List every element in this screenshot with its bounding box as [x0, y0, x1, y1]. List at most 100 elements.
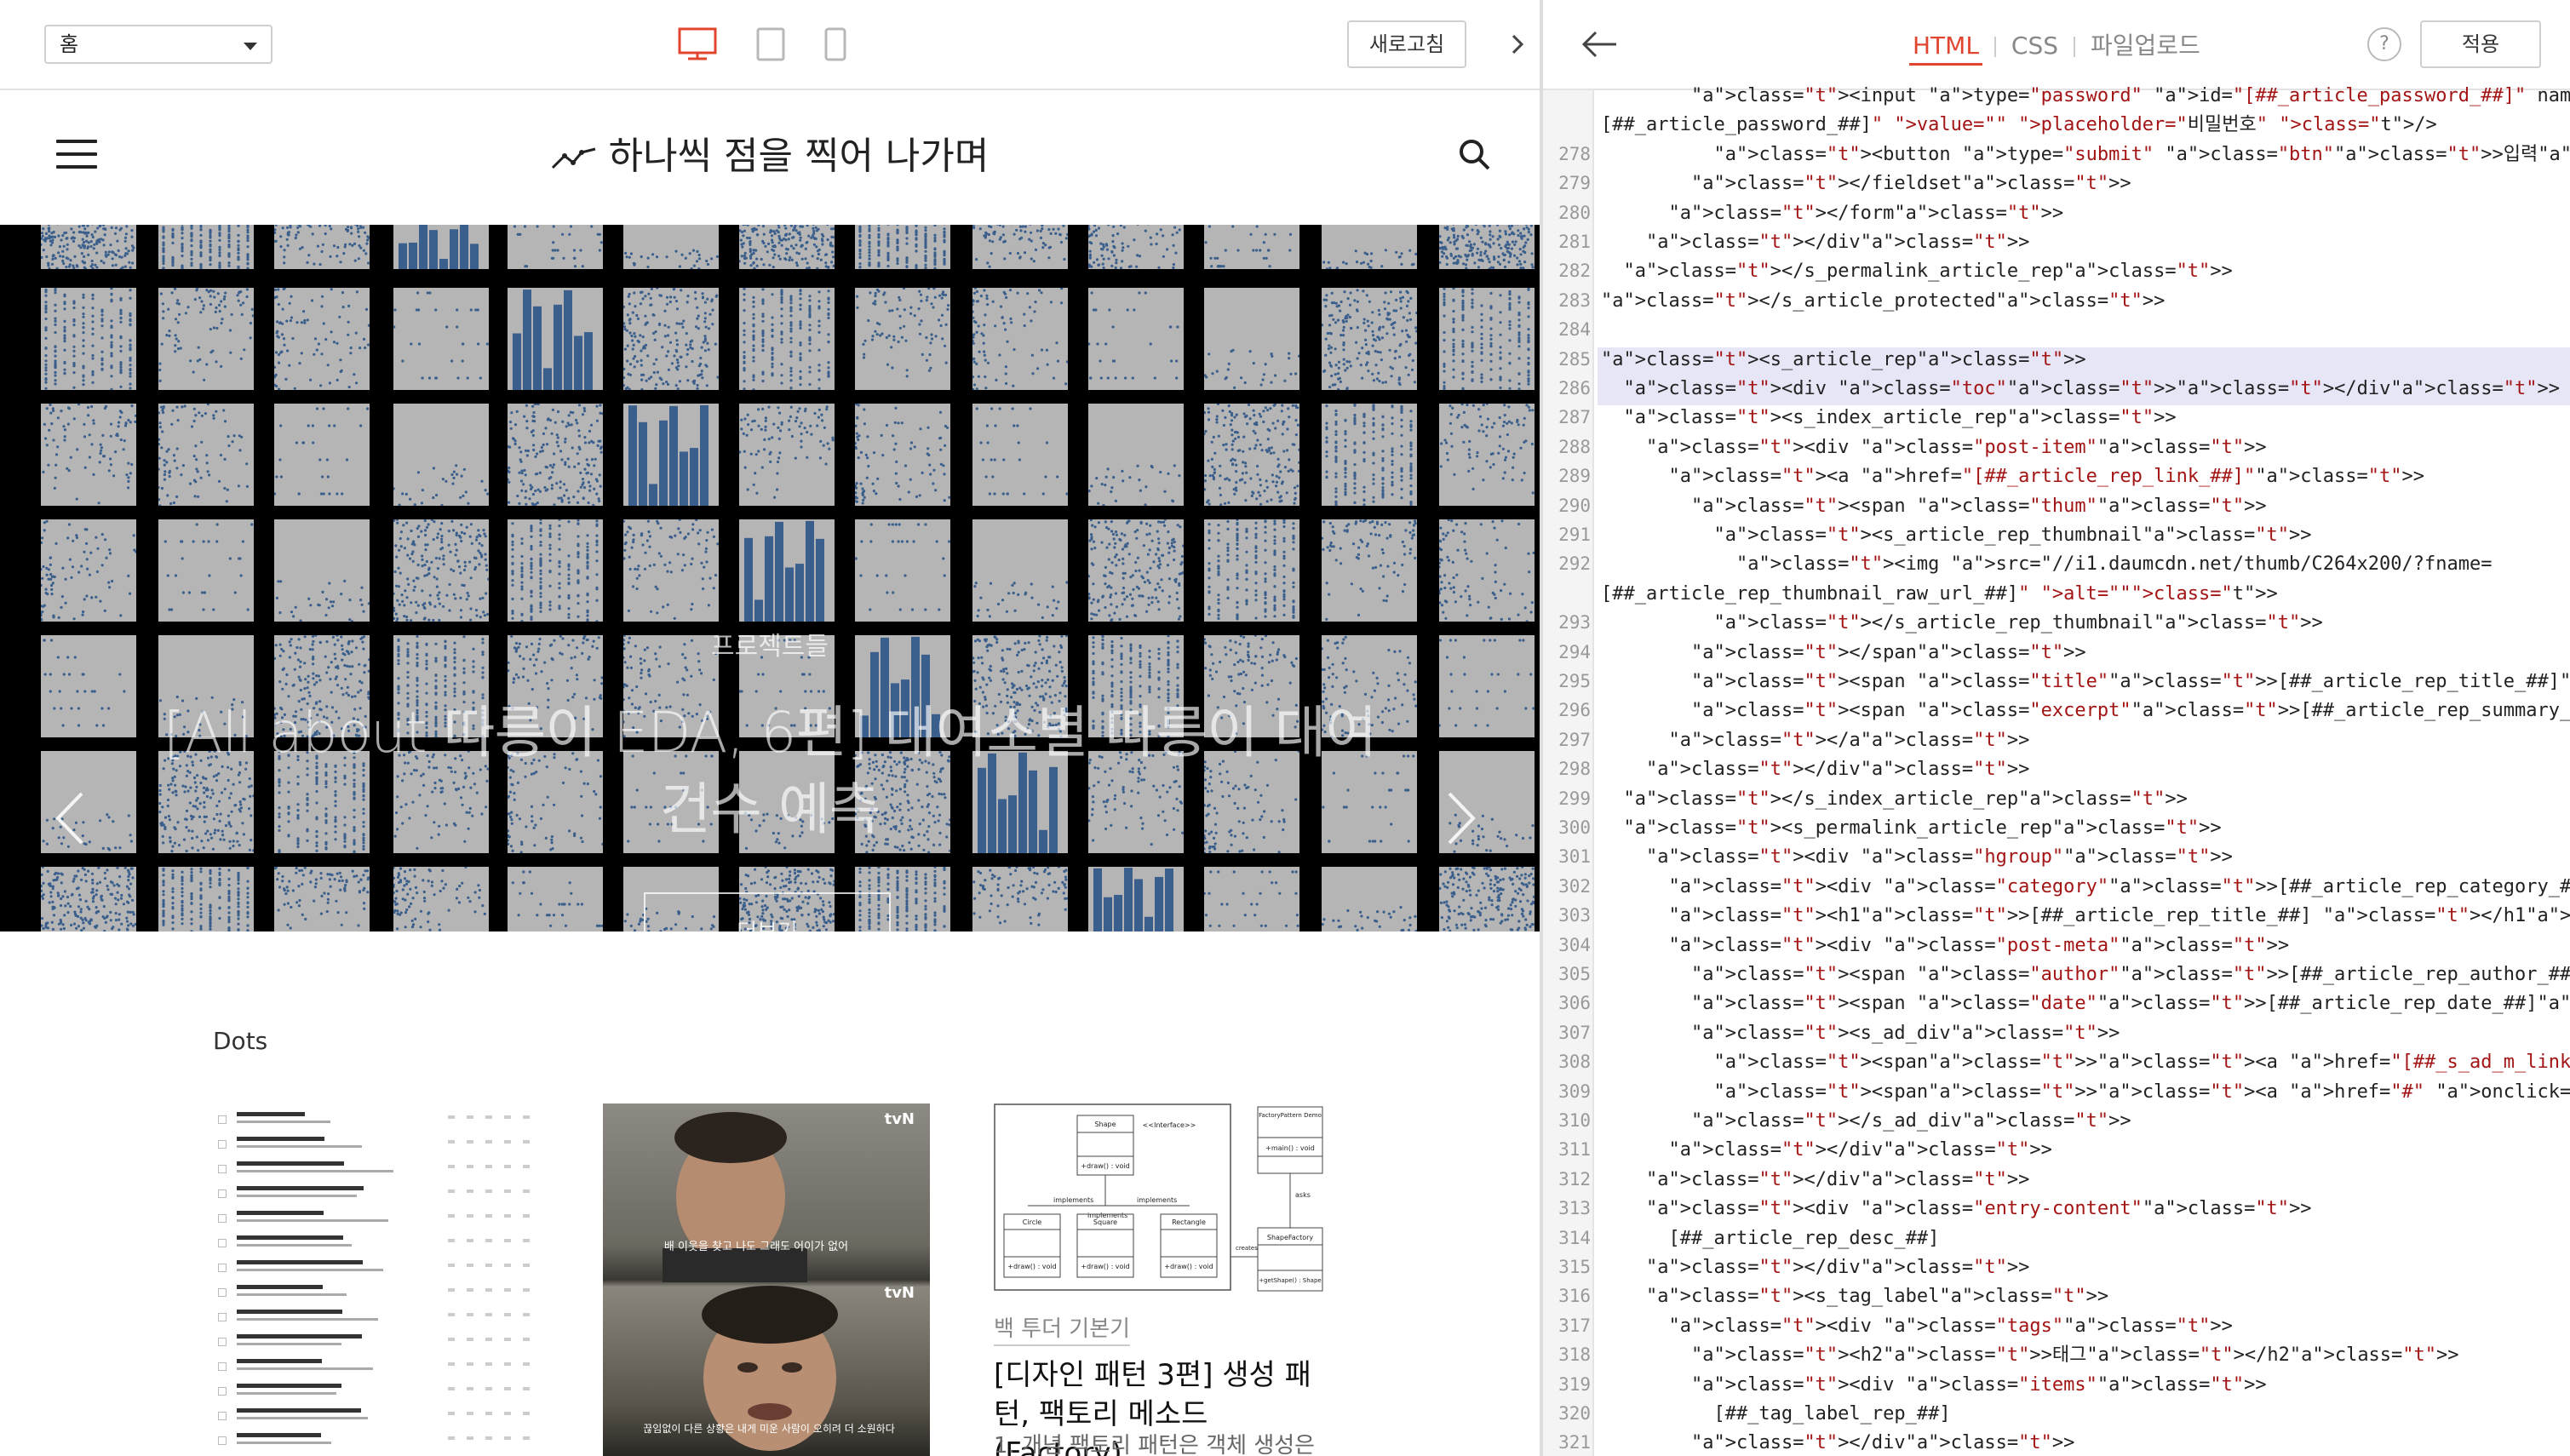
code-line[interactable]: [##_article_password_##]" ">value="" ">p…: [1601, 111, 2437, 140]
back-arrow-icon[interactable]: [1580, 29, 1618, 60]
post-card[interactable]: [213, 1103, 542, 1456]
code-line[interactable]: "a">class="t"><s_index_article_rep"a">cl…: [1601, 404, 2177, 433]
preview-toolbar: 홈 새로고침: [0, 0, 1540, 90]
pairplot-cell: [1088, 225, 1184, 269]
code-line[interactable]: [##_article_rep_desc_##]: [1601, 1224, 1939, 1253]
code-line[interactable]: "a">class="t"><span "a">class="date""a">…: [1601, 989, 2570, 1018]
hero-title[interactable]: [All about 따릉이 EDA, 6편] 대여소별 따릉이 대여건수 예측: [145, 695, 1395, 848]
pairplot-cell: [972, 288, 1068, 390]
uml-rectangle: Rectangle: [1172, 1218, 1206, 1226]
pairplot-cell: [41, 288, 136, 390]
code-line[interactable]: "a">class="t"><div "a">class="entry-cont…: [1601, 1195, 2312, 1224]
code-line[interactable]: "a">class="t"></a"a">class="t">>: [1601, 726, 2029, 755]
pairplot-cell: [1322, 519, 1417, 622]
code-line[interactable]: "a">class="t"></div"a">class="t">>: [1601, 755, 2029, 784]
tab-file-upload[interactable]: 파일업로드: [2087, 29, 2204, 63]
code-line[interactable]: "a">class="t"><span "a">class="thum""a">…: [1601, 492, 2267, 521]
pairplot-cell: [623, 404, 719, 506]
hero-slider[interactable]: 프로젝트들 [All about 따릉이 EDA, 6편] 대여소별 따릉이 대…: [0, 225, 1540, 931]
code-line[interactable]: [##_article_rep_thumbnail_raw_url_##]" "…: [1601, 580, 2278, 609]
help-icon[interactable]: ?: [2367, 27, 2401, 61]
tab-css[interactable]: CSS: [2008, 29, 2062, 63]
line-number: 293: [1558, 612, 1591, 633]
pairplot-cell: [41, 404, 136, 506]
line-number: 287: [1558, 407, 1591, 428]
pairplot-cell: [158, 867, 254, 931]
code-line[interactable]: "a">class="t"><span "a">class="author""a…: [1601, 960, 2570, 989]
list-item: [218, 1258, 536, 1277]
pairplot-cell: [855, 225, 950, 269]
search-icon[interactable]: [1458, 138, 1492, 172]
chevron-left-icon[interactable]: [54, 790, 85, 846]
line-number: 311: [1558, 1139, 1591, 1161]
chevron-right-icon[interactable]: [1507, 31, 1528, 58]
line-number: 292: [1558, 553, 1591, 575]
code-line[interactable]: "a">class="t"></s_index_article_rep"a">c…: [1601, 785, 2188, 814]
code-editor[interactable]: "a">class="t"><input "a">type="password"…: [1543, 85, 2570, 1456]
code-line[interactable]: "a">class="t"></div"a">class="t">>: [1601, 1136, 2051, 1165]
code-line[interactable]: "a">class="t"><div "a">class="toc""a">cl…: [1601, 375, 2561, 404]
pairplot-cell: [274, 519, 370, 622]
code-line[interactable]: [##_tag_label_rep_##]: [1601, 1400, 1950, 1429]
code-line[interactable]: "a">class="t"><button "a">type="submit" …: [1601, 140, 2570, 169]
code-line[interactable]: "a">class="t"></s_article_rep_thumbnail"…: [1601, 609, 2322, 638]
code-line[interactable]: "a">class="t"></fieldset"a">class="t">>: [1601, 169, 2131, 198]
pairplot-cell: [1204, 519, 1299, 622]
code-line[interactable]: "a">class="t"></div"a">class="t">>: [1601, 228, 2029, 257]
code-line[interactable]: "a">class="t"><div "a">class="category""…: [1601, 873, 2570, 902]
page-select[interactable]: 홈: [44, 25, 272, 64]
uml-main: +main() : void: [1265, 1144, 1315, 1152]
code-line[interactable]: "a">class="t"><img "a">src="//i1.daumcdn…: [1601, 550, 2492, 579]
code-line[interactable]: "a">class="t"><div "a">class="tags""a">c…: [1601, 1312, 2232, 1341]
tab-html[interactable]: HTML: [1909, 29, 1982, 66]
code-line[interactable]: "a">class="t"><div "a">class="hgroup""a"…: [1601, 843, 2233, 872]
desktop-icon[interactable]: [678, 27, 717, 61]
code-line[interactable]: "a">class="t"></s_article_protected"a">c…: [1601, 287, 2165, 316]
code-line[interactable]: "a">class="t"><h2"a">class="t">>태그"a">cl…: [1601, 1341, 2459, 1370]
code-line[interactable]: "a">class="t"><span"a">class="t">>"a">cl…: [1601, 1048, 2570, 1077]
code-line[interactable]: "a">class="t"><input "a">type="password"…: [1601, 82, 2570, 111]
code-line[interactable]: "a">class="t"></s_permalink_article_rep"…: [1601, 257, 2233, 286]
pairplot-cell: [41, 225, 136, 269]
line-number: 303: [1558, 905, 1591, 926]
code-line[interactable]: "a">class="t"><h1"a">class="t">>[##_arti…: [1601, 902, 2570, 931]
post-category[interactable]: 백 투더 기본기: [994, 1311, 1131, 1346]
code-line[interactable]: "a">class="t"><div "a">class="items""a">…: [1601, 1371, 2267, 1400]
code-line[interactable]: "a">class="t"></div"a">class="t">>: [1601, 1166, 2029, 1195]
line-number: 300: [1558, 817, 1591, 838]
pairplot-cell: [855, 404, 950, 506]
code-line[interactable]: "a">class="t"><s_ad_div"a">class="t">>: [1601, 1019, 2120, 1048]
code-line[interactable]: "a">class="t"><s_permalink_article_rep"a…: [1601, 814, 2222, 843]
refresh-button[interactable]: 새로고침: [1347, 20, 1466, 68]
hero-category[interactable]: 프로젝트들: [0, 625, 1540, 662]
code-line[interactable]: "a">class="t"><span "a">class="title""a"…: [1601, 668, 2570, 696]
code-line[interactable]: "a">class="t"></div"a">class="t">>: [1601, 1429, 2074, 1456]
tablet-icon[interactable]: [756, 27, 785, 61]
pairplot-cell: [393, 288, 489, 390]
pairplot-cell: [1322, 867, 1417, 931]
code-line[interactable]: "a">class="t"><span"a">class="t">>"a">cl…: [1601, 1078, 2570, 1107]
code-line[interactable]: "a">class="t"><a "a">href="[##_article_r…: [1601, 462, 2424, 491]
post-card[interactable]: tvN tvN 배 이웃을 찾고 나도 그래도 어이가 없어 끊임없이 다른 상…: [603, 1103, 930, 1456]
code-line[interactable]: "a">class="t"><div "a">class="post-meta"…: [1601, 931, 2289, 960]
chevron-right-icon[interactable]: [1446, 790, 1477, 846]
uml-draw: +draw() : void: [1007, 1263, 1056, 1270]
apply-button[interactable]: 적용: [2420, 20, 2541, 68]
pairplot-cell: [972, 519, 1068, 622]
code-line[interactable]: "a">class="t"></form"a">class="t">>: [1601, 199, 2063, 228]
code-line[interactable]: "a">class="t"><span "a">class="excerpt""…: [1601, 696, 2570, 725]
pairplot-cell: [855, 288, 950, 390]
code-line[interactable]: "a">class="t"></span"a">class="t">>: [1601, 639, 2086, 668]
line-number: 316: [1558, 1286, 1591, 1307]
blog-title[interactable]: 하나씩 점을 찍어 나가며: [0, 131, 1540, 182]
code-line[interactable]: "a">class="t"><s_tag_label"a">class="t">…: [1601, 1282, 2108, 1311]
code-line[interactable]: "a">class="t"></s_ad_div"a">class="t">>: [1601, 1107, 2131, 1136]
tv-drama-thumbnail: tvN tvN 배 이웃을 찾고 나도 그래도 어이가 없어 끊임없이 다른 상…: [603, 1103, 930, 1456]
mobile-icon[interactable]: [824, 27, 846, 61]
hero-more-button[interactable]: 더보기: [644, 892, 891, 931]
code-line[interactable]: "a">class="t"><div "a">class="post-item"…: [1601, 433, 2267, 462]
uml-square: Square: [1093, 1218, 1117, 1226]
code-line[interactable]: "a">class="t"></div"a">class="t">>: [1601, 1253, 2029, 1282]
code-line[interactable]: "a">class="t"><s_article_rep"a">class="t…: [1601, 346, 2086, 375]
code-line[interactable]: "a">class="t"><s_article_rep_thumbnail"a…: [1601, 521, 2311, 550]
